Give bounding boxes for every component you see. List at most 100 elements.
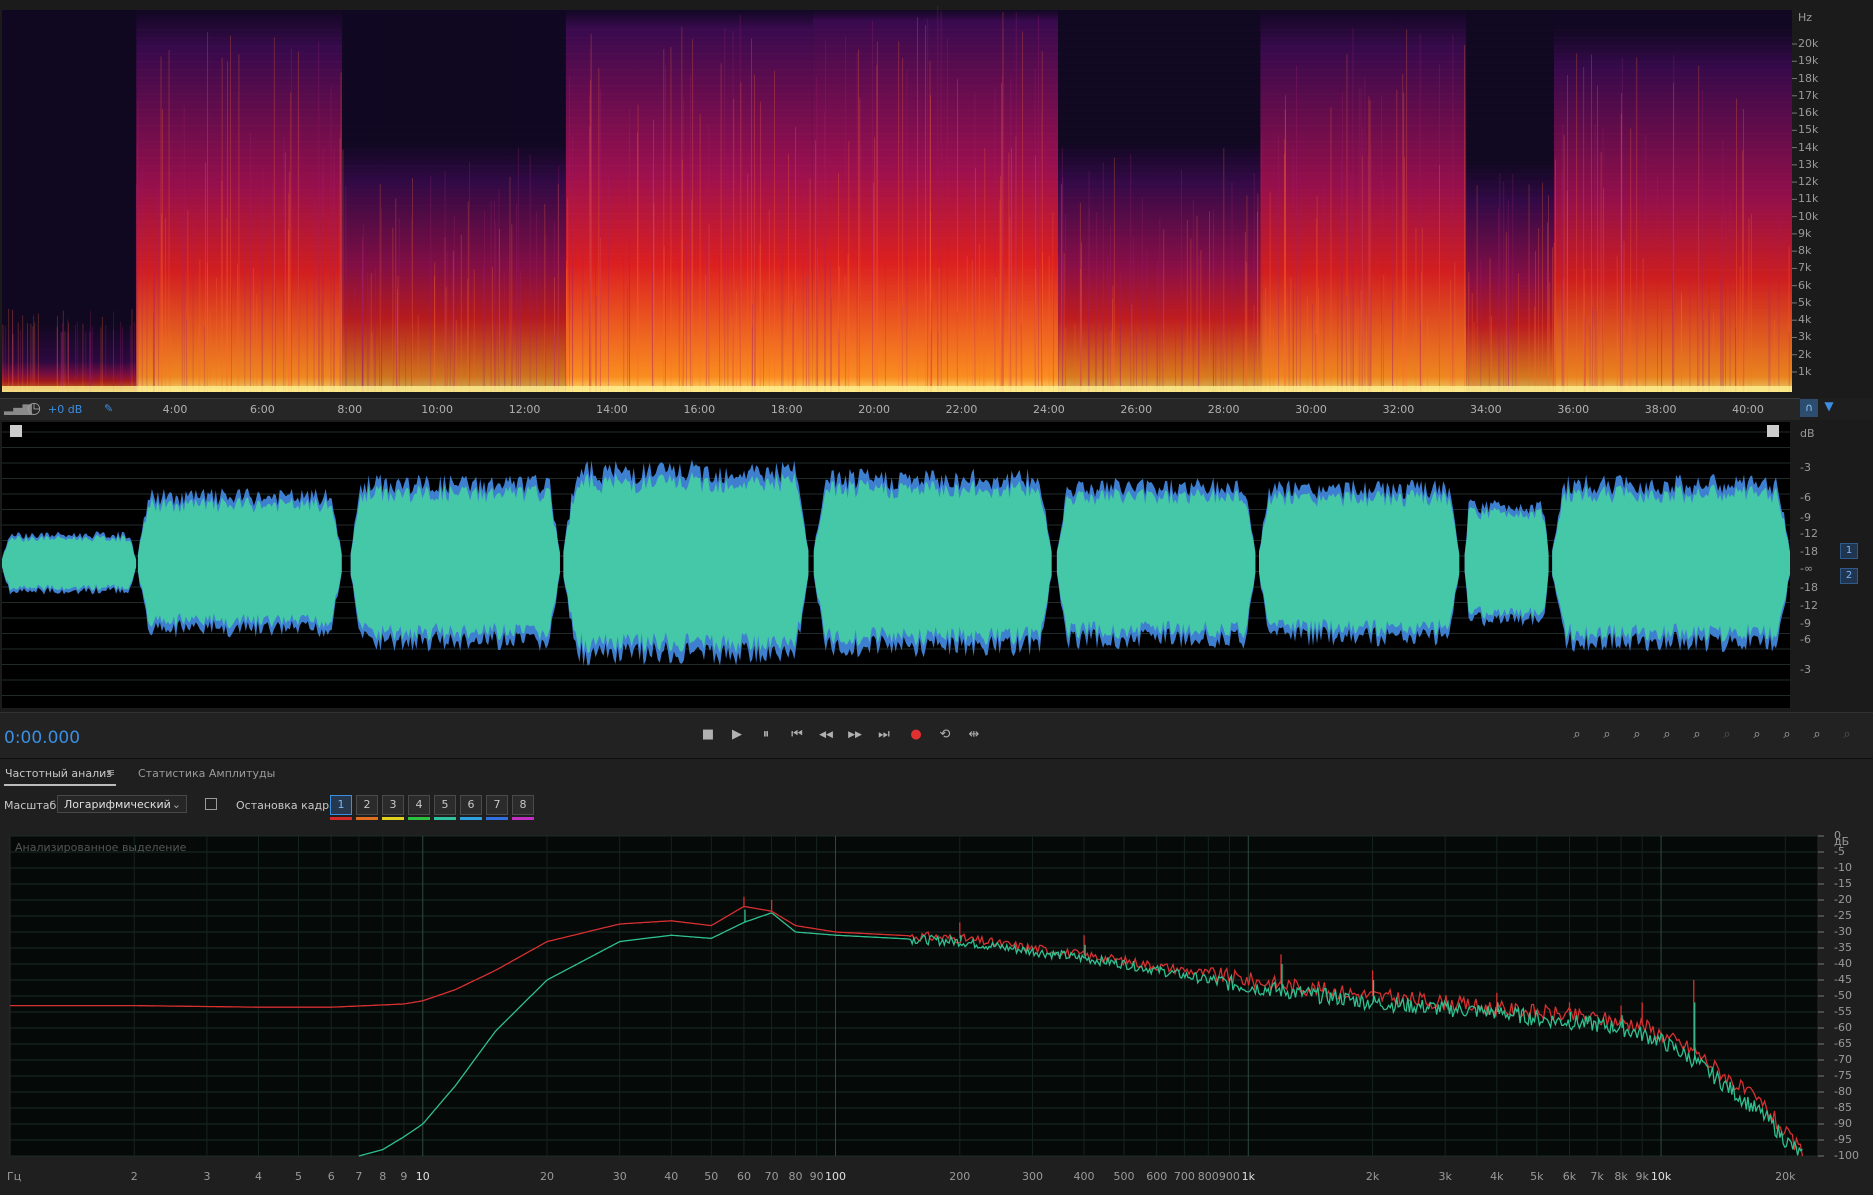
tab-amplitude-statistics[interactable]: Статистика Амплитуды (138, 767, 275, 780)
rewind-button[interactable]: ◀◀ (815, 724, 837, 746)
freq-tick-label: 10k (1650, 1170, 1672, 1183)
freeze-frame-2-button[interactable]: 2 (356, 795, 378, 815)
tab-frequency-analysis[interactable]: Частотный анализ (5, 767, 112, 780)
stop-button[interactable]: ■ (697, 724, 719, 746)
time-label: 30:00 (1295, 403, 1327, 416)
zoom-in-time-icon[interactable]: ⌕ (1626, 724, 1648, 746)
freeze-frame-8-button[interactable]: 8 (512, 795, 534, 815)
spectral-display[interactable] (0, 0, 1873, 400)
zoom-in-point-icon[interactable]: ⌕ (1686, 724, 1708, 746)
spectral-segment (1466, 10, 1554, 392)
freq-tick-label: 4 (255, 1170, 262, 1183)
freq-tick-label: 900 (1218, 1170, 1240, 1183)
db-tick-label: -25 (1834, 909, 1852, 922)
db-tick-label: -70 (1834, 1053, 1852, 1066)
waveform-display[interactable] (0, 420, 1873, 720)
spectral-segment (2, 10, 137, 392)
waveform-segment (1056, 487, 1256, 639)
freq-tick-label: 10 (415, 1170, 430, 1183)
time-label: 14:00 (596, 403, 628, 416)
freq-tick-label: 7k (1590, 1170, 1604, 1183)
zoom-reset-icon[interactable]: ⌕ (1836, 724, 1858, 746)
waveform-db-label: -18 (1800, 581, 1818, 594)
freeze-frame-4-button[interactable]: 4 (408, 795, 430, 815)
freq-tick-label: 50 (704, 1170, 719, 1183)
zoom-out-amplitude-icon[interactable]: ⌕ (1596, 724, 1618, 746)
skip-start-button[interactable]: ⏮ (786, 724, 808, 746)
db-tick-label: -10 (1834, 861, 1852, 874)
freq-tick-label: 9 (400, 1170, 408, 1183)
audition-editor-window: ▂▄▆ ◷ +0 dB ✎ ∩ ▼ 0:00.000 ■ ▶ ⏸ ⏮ ◀◀ ▶▶ ⏭ ● ⟲ ⇹ … (0, 0, 1873, 1195)
freq-tick-label: 20 (540, 1170, 555, 1183)
spectral-freq-label: 11k (1798, 192, 1819, 206)
waveform-db-label: -9 (1800, 617, 1811, 630)
skip-end-button[interactable]: ⏭ (873, 724, 895, 746)
time-label: 26:00 (1120, 403, 1153, 416)
timecode-display[interactable]: 0:00.000 (4, 728, 80, 748)
freq-tick-label: 6 (327, 1170, 335, 1183)
freeze-frame-1-button[interactable]: 1 (330, 795, 352, 815)
waveform-db-label: -6 (1800, 633, 1811, 646)
chevron-down-icon: ⌄ (171, 798, 181, 811)
waveform-db-label: -18 (1800, 545, 1818, 558)
freq-tick-label: 80 (788, 1170, 803, 1183)
spectral-freq-label: 9k (1798, 226, 1812, 240)
freq-tick-label: 300 (1021, 1170, 1043, 1183)
pin-icon[interactable]: ✎ (104, 402, 113, 415)
skip-selection-button[interactable]: ⇹ (963, 724, 985, 746)
record-button[interactable]: ● (905, 724, 927, 746)
play-button[interactable]: ▶ (726, 724, 748, 746)
frequency-analysis-graph[interactable] (0, 834, 1873, 1194)
spectral-segment (565, 10, 813, 392)
freq-tick-label: 8 (379, 1170, 387, 1183)
scale-select[interactable]: Логарифмический ⌄ (57, 795, 187, 813)
loop-button[interactable]: ⟲ (934, 724, 956, 746)
freeze-frame-3-button[interactable]: 3 (382, 795, 404, 815)
freq-tick-label: 7 (355, 1170, 363, 1183)
spectral-freq-label: 8k (1798, 244, 1812, 258)
headphones-icon[interactable]: ∩ (1800, 399, 1818, 417)
tab-menu-icon[interactable]: ≡ (106, 766, 115, 779)
freeze-frame-color-strip (460, 817, 482, 820)
freeze-toggle-icon[interactable] (205, 798, 217, 810)
db-tick-label: -45 (1834, 973, 1852, 986)
zoom-in-playhead-icon[interactable]: ⌕ (1866, 724, 1873, 746)
waveform-segment (563, 472, 809, 654)
channel-1-toggle[interactable]: 1 (1840, 543, 1858, 559)
zoom-in-left-icon[interactable]: ⌕ (1746, 724, 1768, 746)
channel-2-toggle[interactable]: 2 (1840, 568, 1858, 584)
freeze-frame-7-button[interactable]: 7 (486, 795, 508, 815)
volume-knob-icon[interactable]: ◷ (27, 398, 41, 417)
spectral-freq-label: 16k (1798, 106, 1819, 120)
fast-forward-button[interactable]: ▶▶ (844, 724, 866, 746)
freq-tick-label: 5 (295, 1170, 302, 1183)
freq-tick-label: 2k (1365, 1170, 1380, 1183)
spectral-freq-label: 13k (1798, 157, 1819, 171)
gain-readout[interactable]: +0 dB (48, 404, 82, 416)
spectral-freq-label: 12k (1798, 175, 1819, 189)
marker-icon[interactable]: ▼ (1822, 399, 1836, 417)
zoom-in-right-icon[interactable]: ⌕ (1776, 724, 1798, 746)
spectral-freq-label: 7k (1798, 261, 1812, 275)
waveform-segment (813, 479, 1052, 647)
spectral-freq-label: 14k (1798, 140, 1819, 154)
spectral-low-band (2, 386, 1792, 392)
freeze-frame-6-button[interactable]: 6 (460, 795, 482, 815)
freeze-frame-color-strip (356, 817, 378, 820)
db-tick-label: -20 (1834, 893, 1852, 906)
time-label: 22:00 (945, 403, 978, 416)
spectral-freq-label: 2k (1798, 347, 1812, 361)
db-tick-label: -100 (1834, 1149, 1859, 1162)
db-tick-label: -85 (1834, 1101, 1852, 1114)
zoom-selection-icon[interactable]: ⌕ (1806, 724, 1828, 746)
freeze-frame-5-button[interactable]: 5 (434, 795, 456, 815)
freq-tick-label: 700 (1173, 1170, 1195, 1183)
scale-label: Масштаб: (4, 799, 60, 812)
zoom-out-time-icon[interactable]: ⌕ (1656, 724, 1678, 746)
zoom-out-full-icon[interactable]: ⌕ (1716, 724, 1738, 746)
pause-button[interactable]: ⏸ (755, 724, 777, 746)
waveform-segment (350, 485, 560, 641)
freq-tick-label: 2 (130, 1170, 138, 1183)
zoom-in-amplitude-icon[interactable]: ⌕ (1566, 724, 1588, 746)
time-label: 10:00 (421, 403, 454, 416)
